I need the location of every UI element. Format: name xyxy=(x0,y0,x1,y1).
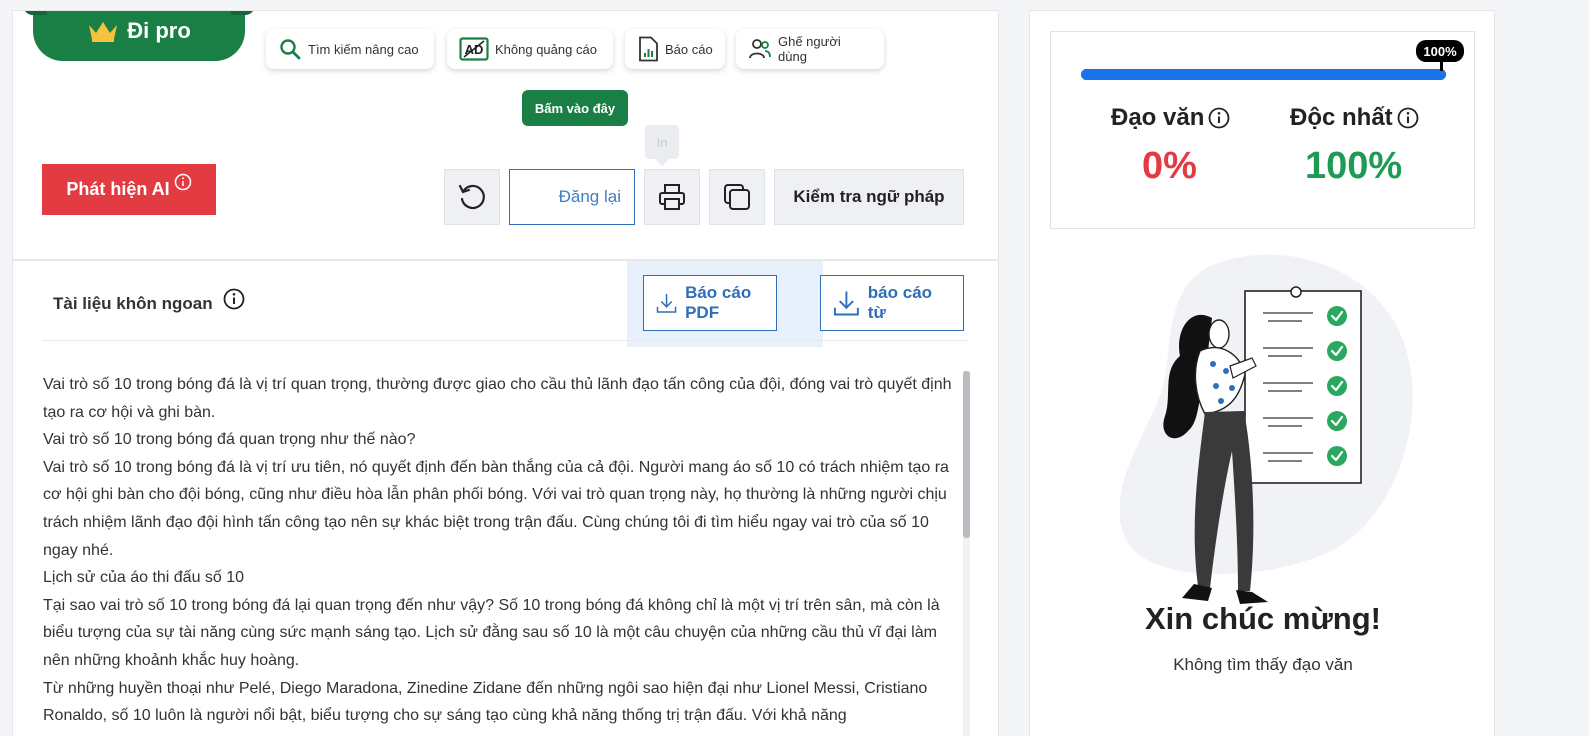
download-icon xyxy=(833,291,859,316)
document-content[interactable]: Vai trò số 10 trong bóng đá là vị trí qu… xyxy=(43,371,965,730)
crown-icon xyxy=(89,22,118,42)
refresh-icon xyxy=(458,184,485,210)
unique-label-text: Độc nhất xyxy=(1290,104,1393,131)
report-document-icon xyxy=(639,36,658,62)
paragraph: Vai trò số 10 trong bóng đá quan trọng n… xyxy=(43,431,416,449)
section-divider xyxy=(13,259,998,261)
uniqueness-progress-bar xyxy=(1081,69,1446,80)
click-here-button[interactable]: Bấm vào đây xyxy=(522,90,628,126)
info-icon[interactable] xyxy=(223,288,245,310)
info-icon xyxy=(174,173,191,190)
download-icon xyxy=(656,293,677,313)
copy-icon xyxy=(724,184,750,210)
feature-advanced-search[interactable]: Tìm kiếm nâng cao xyxy=(266,29,434,69)
unique-label: Độc nhất xyxy=(1290,104,1419,132)
go-pro-button[interactable]: Đi pro xyxy=(23,11,255,61)
plagiarism-label-text: Đạo văn xyxy=(1111,104,1205,131)
go-pro-label: Đi pro xyxy=(127,18,191,43)
congrats-title: Xin chúc mừng! xyxy=(1144,601,1381,636)
paragraph: Vai trò số 10 trong bóng đá là vị trí ưu… xyxy=(43,458,949,559)
no-plagiarism-text: Không tìm thấy đạo văn xyxy=(1173,655,1353,674)
progress-badge: 100% xyxy=(1416,40,1464,62)
feature-report[interactable]: Báo cáo xyxy=(625,29,725,69)
paragraph: Tại sao vai trò số 10 trong bóng đá lại … xyxy=(43,596,940,669)
paragraph: Lịch sử của áo thi đấu số 10 xyxy=(43,569,245,587)
feature-label: Báo cáo xyxy=(665,41,713,57)
ai-detect-button[interactable]: Phát hiện AI xyxy=(42,164,216,215)
ai-detect-label: Phát hiện AI xyxy=(66,179,170,199)
feature-user-seats[interactable]: Ghế người dùng xyxy=(736,29,884,69)
score-box: 100% Đạo văn 0% Độc nhất 100% xyxy=(1050,31,1475,229)
word-report-button[interactable]: báo cáo từ xyxy=(820,275,964,331)
reset-button[interactable] xyxy=(444,169,500,225)
copy-button[interactable] xyxy=(709,169,765,225)
unique-value: 100% xyxy=(1305,145,1403,187)
users-icon xyxy=(749,39,771,59)
progress-fill xyxy=(1081,69,1446,80)
repost-button[interactable]: Đăng lại xyxy=(509,169,635,225)
document-title: Tài liệu khôn ngoan xyxy=(53,294,213,313)
print-tooltip: In xyxy=(645,125,679,166)
feature-label: Ghế người dùng xyxy=(778,34,841,64)
pdf-report-label: Báo cáo PDF xyxy=(685,283,752,322)
info-icon[interactable] xyxy=(1208,107,1230,129)
word-report-label: báo cáo từ xyxy=(867,283,933,322)
feature-label: Tìm kiếm nâng cao xyxy=(308,41,419,57)
paragraph: Từ những huyền thoại như Pelé, Diego Mar… xyxy=(43,679,928,725)
results-panel: 100% Đạo văn 0% Độc nhất 100% Xin chúc m… xyxy=(1029,10,1495,736)
plagiarism-value: 0% xyxy=(1142,145,1197,187)
pdf-report-button[interactable]: Báo cáo PDF xyxy=(643,275,777,331)
feature-no-ads[interactable]: AD Không quảng cáo xyxy=(447,29,613,69)
document-header-rule xyxy=(42,340,969,341)
info-icon[interactable] xyxy=(1397,107,1419,129)
print-button[interactable] xyxy=(644,169,700,225)
feature-label: Không quảng cáo xyxy=(495,41,597,57)
scrollbar-thumb[interactable] xyxy=(963,371,970,538)
plagiarism-label: Đạo văn xyxy=(1111,104,1230,132)
checklist-illustration xyxy=(1120,254,1413,604)
grammar-check-button[interactable]: Kiểm tra ngữ pháp xyxy=(774,169,964,225)
paragraph: Vai trò số 10 trong bóng đá là vị trí qu… xyxy=(43,376,952,421)
checker-panel: Đi pro Tìm kiếm nâng cao AD Không quảng … xyxy=(12,10,999,736)
printer-icon xyxy=(659,184,685,210)
search-icon xyxy=(280,39,301,60)
no-ads-icon: AD xyxy=(459,37,489,61)
